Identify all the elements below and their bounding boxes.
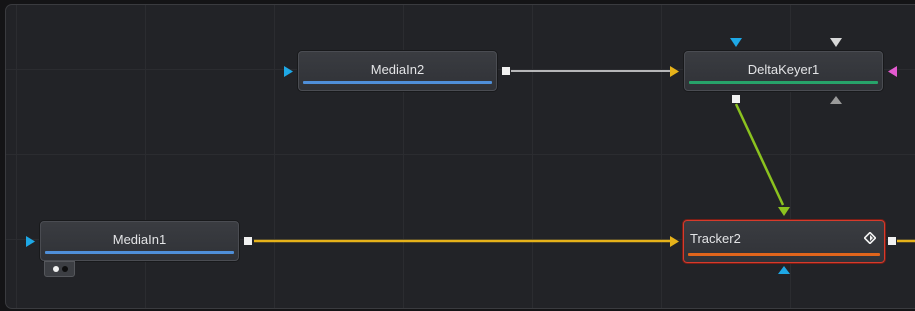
- node-color-bar: [689, 81, 878, 84]
- tracker2-foreground-input-triangle[interactable]: [670, 236, 679, 247]
- tracker2-background-input-triangle[interactable]: [778, 266, 790, 274]
- deltakeyer1-garbage-mask-triangle[interactable]: [830, 38, 842, 47]
- node-mediain1[interactable]: MediaIn1: [40, 221, 239, 261]
- mediain1-input-triangle[interactable]: [26, 236, 35, 247]
- node-label: DeltaKeyer1: [747, 62, 820, 77]
- mediain2-input-triangle[interactable]: [284, 66, 293, 77]
- node-label: Tracker2: [690, 231, 741, 246]
- tracker2-output-port[interactable]: [888, 237, 896, 245]
- viewer-dots-icon: [53, 266, 59, 272]
- link-deltakeyer1-tracker2[interactable]: [734, 103, 785, 206]
- deltakeyer1-clean-plate-triangle[interactable]: [830, 96, 842, 104]
- node-color-bar: [45, 251, 234, 254]
- node-tracker2[interactable]: Tracker2: [683, 220, 885, 263]
- mediain2-output-port[interactable]: [502, 67, 510, 75]
- deltakeyer1-output-port[interactable]: [732, 95, 740, 103]
- mediain1-output-port[interactable]: [244, 237, 252, 245]
- node-color-bar: [688, 253, 880, 256]
- keyframe-diamond-icon[interactable]: [864, 232, 876, 244]
- tracker2-top-input-triangle[interactable]: [778, 207, 790, 216]
- node-color-bar: [303, 81, 492, 84]
- deltakeyer1-effect-mask-triangle[interactable]: [888, 66, 897, 77]
- node-deltakeyer1[interactable]: DeltaKeyer1: [684, 51, 883, 91]
- node-connections: [26, 38, 915, 274]
- node-mediain2[interactable]: MediaIn2: [298, 51, 497, 91]
- deltakeyer1-foreground-input-triangle[interactable]: [670, 66, 679, 77]
- viewer-dot-2: [62, 266, 68, 272]
- node-label: MediaIn2: [370, 62, 425, 77]
- node-label: MediaIn1: [112, 232, 167, 247]
- node-editor-frame: MediaIn2 DeltaKeyer1 MediaIn1 Tracker2: [0, 0, 915, 311]
- view-indicator-badge[interactable]: [44, 261, 75, 277]
- deltakeyer1-background-input-triangle[interactable]: [730, 38, 742, 47]
